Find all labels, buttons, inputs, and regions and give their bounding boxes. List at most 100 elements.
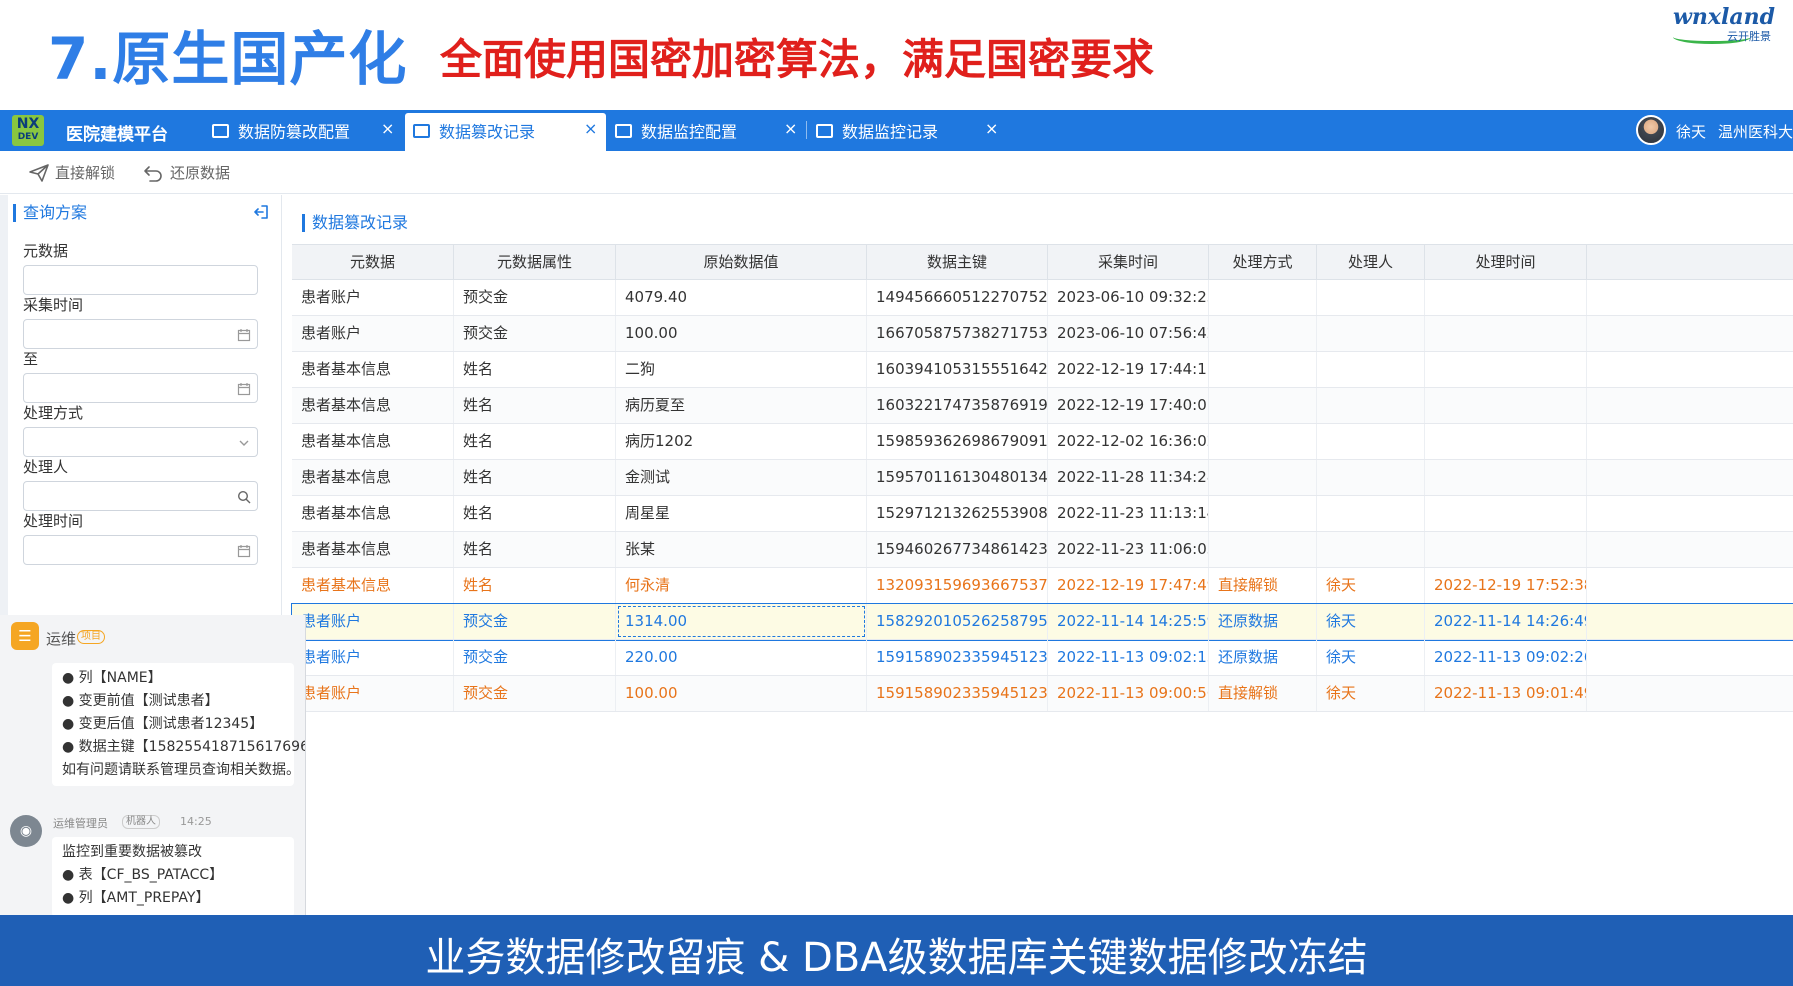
collect-time-start-input[interactable] [23,319,258,349]
table-cell[interactable]: 1603941053155516429 [867,352,1048,387]
table-cell[interactable]: 患者账户 [292,604,454,639]
collapse-panel-icon[interactable] [252,203,270,221]
table-cell[interactable]: 220.00 [616,640,867,675]
column-header[interactable]: 处理时间 [1425,245,1587,280]
table-cell[interactable]: 2022-12-19 17:44:11 [1048,352,1209,387]
table-cell[interactable]: 1314.00 [616,604,867,639]
table-cell[interactable]: 2022-12-19 17:52:38 [1425,568,1587,603]
table-cell[interactable] [1425,352,1587,387]
table-cell[interactable]: 患者基本信息 [292,388,454,423]
table-cell[interactable] [1317,424,1425,459]
metadata-input[interactable] [23,265,258,295]
table-cell[interactable] [1425,496,1587,531]
table-cell[interactable] [1209,496,1317,531]
table-cell[interactable]: 姓名 [454,388,616,423]
table-cell[interactable]: 2023-06-10 07:56:42 [1048,316,1209,351]
table-cell[interactable] [1209,352,1317,387]
table-cell[interactable] [1317,496,1425,531]
table-cell[interactable]: 预交金 [454,640,616,675]
table-cell[interactable]: 徐天 [1317,676,1425,711]
table-cell[interactable]: 直接解锁 [1209,568,1317,603]
table-row[interactable]: 患者账户 预交金 1314.00 1582920105262587956 2022-11… [291,603,1793,641]
table-cell[interactable]: 患者账户 [292,676,454,711]
table-row[interactable]: 患者基本信息 姓名 病历夏至 1603221747358769195 2022-12-1… [292,388,1793,424]
table-cell[interactable]: 何永清 [616,568,867,603]
table-cell[interactable]: 姓名 [454,496,616,531]
table-cell[interactable]: 患者基本信息 [292,568,454,603]
table-row[interactable]: 患者账户 预交金 100.00 1667058757382717531 2023-06-… [292,316,1793,352]
table-cell[interactable]: 1582920105262587956 [867,604,1048,639]
table-cell[interactable]: 病历夏至 [616,388,867,423]
column-header[interactable]: 元数据 [292,245,454,280]
table-cell[interactable] [1209,388,1317,423]
table-cell[interactable] [1317,532,1425,567]
table-cell[interactable]: 2022-11-23 11:13:14 [1048,496,1209,531]
table-row[interactable]: 患者基本信息 姓名 张某 1594602677348614233 2022-11-23 … [292,532,1793,568]
table-cell[interactable]: 还原数据 [1209,604,1317,639]
column-header[interactable]: 元数据属性 [454,245,616,280]
tab-close-icon[interactable]: × [784,121,797,137]
table-cell[interactable]: 1320931596936675377 [867,568,1048,603]
table-row[interactable]: 患者基本信息 姓名 何永清 1320931596936675377 2022-12-19… [292,568,1793,604]
avatar[interactable] [1636,115,1666,145]
table-cell[interactable]: 4079.40 [616,280,867,315]
restore-button[interactable]: 还原数据 [143,162,230,184]
table-cell[interactable] [1425,388,1587,423]
tab-monitor-records[interactable]: 数据监控记录 [816,113,1006,151]
table-cell[interactable]: 2022-11-14 14:25:59 [1048,604,1209,639]
table-cell[interactable]: 姓名 [454,352,616,387]
table-cell[interactable]: 2022-11-13 09:00:56 [1048,676,1209,711]
table-cell[interactable]: 1667058757382717531 [867,316,1048,351]
method-select[interactable] [23,427,258,457]
table-cell[interactable] [1209,532,1317,567]
table-cell[interactable]: 患者基本信息 [292,424,454,459]
table-cell[interactable]: 2022-11-23 11:06:03 [1048,532,1209,567]
table-cell[interactable]: 预交金 [454,676,616,711]
column-header[interactable]: 数据主键 [867,245,1048,280]
table-cell[interactable]: 姓名 [454,532,616,567]
table-cell[interactable]: 1595701161304801344 [867,460,1048,495]
table-cell[interactable]: 姓名 [454,568,616,603]
table-cell[interactable] [1317,352,1425,387]
table-cell[interactable] [1425,424,1587,459]
table-row[interactable]: 患者基本信息 姓名 周星星 1529712132625539080 2022-11-23… [292,496,1793,532]
table-cell[interactable] [1209,280,1317,315]
handler-input[interactable] [23,481,258,511]
table-cell[interactable] [1425,316,1587,351]
table-cell[interactable]: 预交金 [454,316,616,351]
table-row[interactable]: 患者基本信息 姓名 病历1202 1598593626986790919 2022-12… [292,424,1793,460]
table-cell[interactable]: 预交金 [454,604,616,639]
table-cell[interactable]: 2022-11-13 09:02:26 [1425,640,1587,675]
table-cell[interactable]: 2022-11-13 09:02:15 [1048,640,1209,675]
table-cell[interactable]: 2022-11-13 09:01:49 [1425,676,1587,711]
table-row[interactable]: 患者账户 预交金 220.00 1591589023359451230 2022-11-… [292,640,1793,676]
table-cell[interactable] [1317,280,1425,315]
table-cell[interactable]: 患者基本信息 [292,496,454,531]
column-header[interactable]: 采集时间 [1048,245,1209,280]
table-cell[interactable] [1209,424,1317,459]
table-cell[interactable]: 预交金 [454,280,616,315]
table-row[interactable]: 患者基本信息 姓名 金测试 1595701161304801344 2022-11-28… [292,460,1793,496]
tab-close-icon[interactable]: × [381,121,394,137]
user-name[interactable]: 徐天 [1676,121,1706,142]
table-cell[interactable]: 100.00 [616,316,867,351]
table-cell[interactable] [1425,532,1587,567]
table-cell[interactable]: 2023-06-10 09:32:23 [1048,280,1209,315]
table-cell[interactable]: 还原数据 [1209,640,1317,675]
table-cell[interactable]: 1594602677348614233 [867,532,1048,567]
table-cell[interactable]: 患者账户 [292,280,454,315]
table-cell[interactable]: 1598593626986790919 [867,424,1048,459]
table-cell[interactable] [1317,388,1425,423]
table-cell[interactable]: 金测试 [616,460,867,495]
unlock-button[interactable]: 直接解锁 [28,162,115,184]
table-cell[interactable]: 直接解锁 [1209,676,1317,711]
table-cell[interactable]: 2022-11-28 11:34:28 [1048,460,1209,495]
table-cell[interactable] [1425,460,1587,495]
table-cell[interactable]: 患者基本信息 [292,532,454,567]
table-cell[interactable]: 病历1202 [616,424,867,459]
table-cell[interactable]: 2022-12-02 16:36:02 [1048,424,1209,459]
table-cell[interactable]: 2022-12-19 17:47:49 [1048,568,1209,603]
collect-time-end-input[interactable] [23,373,258,403]
table-cell[interactable]: 1494566605122707520 [867,280,1048,315]
table-cell[interactable]: 患者账户 [292,316,454,351]
